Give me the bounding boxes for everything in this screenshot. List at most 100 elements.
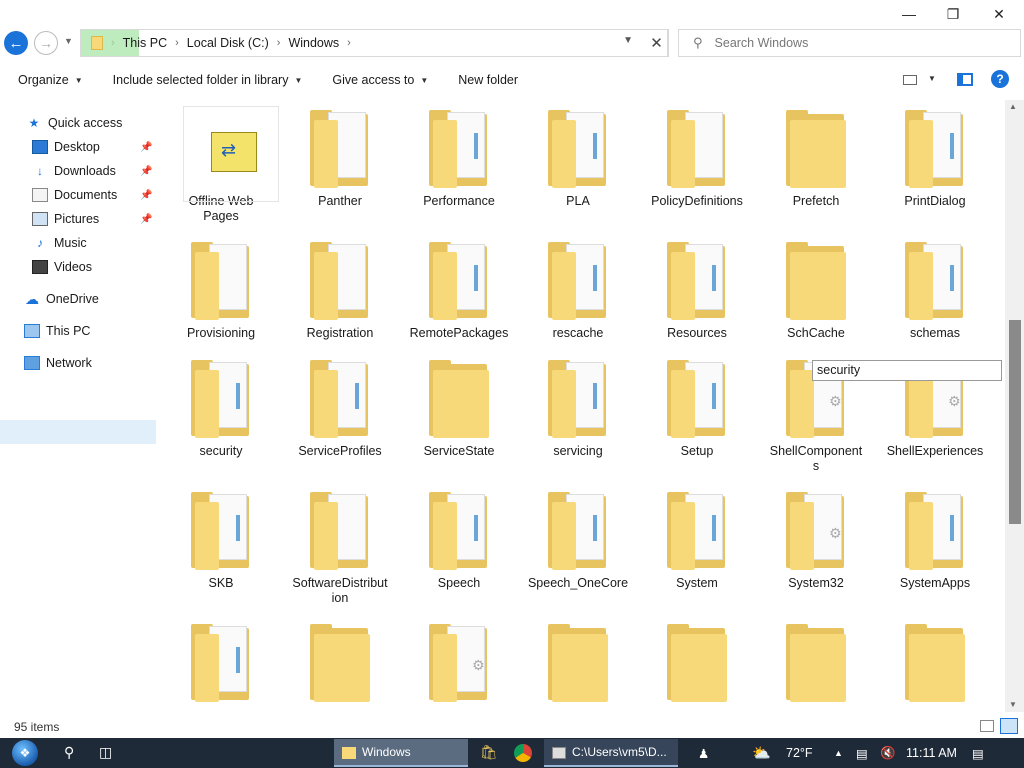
organize-button[interactable]: Organize ▼ — [18, 73, 83, 87]
folder-item[interactable] — [522, 622, 634, 708]
item-count: 95 items — [14, 720, 60, 734]
search-input[interactable]: ⚲ Search Windows — [678, 29, 1021, 57]
give-access-button[interactable]: Give access to ▼ — [332, 73, 428, 87]
nav-label: Network — [46, 356, 92, 370]
nav-onedrive[interactable]: ☁ OneDrive — [24, 288, 99, 310]
folder-icon — [903, 108, 967, 188]
crumb-this-pc[interactable]: This PC — [123, 36, 167, 50]
folder-item[interactable]: SystemApps — [879, 490, 991, 591]
folder-item[interactable]: security — [165, 358, 277, 459]
scroll-down-icon[interactable]: ▼ — [1009, 700, 1017, 709]
taskbar-cmd-button[interactable]: C:\Users\vm5\D... — [544, 739, 678, 767]
weather-icon[interactable]: ⛅ — [752, 738, 771, 768]
view-options-icon[interactable] — [903, 75, 917, 85]
new-folder-button[interactable]: New folder — [458, 73, 518, 87]
folder-item[interactable]: Resources — [641, 240, 753, 341]
volume-muted-icon[interactable]: 🔇 — [880, 738, 896, 768]
folder-item[interactable]: servicing — [522, 358, 634, 459]
folder-item[interactable]: PrintDialog — [879, 108, 991, 209]
nav-label: OneDrive — [46, 292, 99, 306]
folder-item[interactable] — [641, 622, 753, 708]
show-hidden-icons-icon[interactable]: ▲ — [834, 738, 843, 768]
folder-item[interactable]: PLA — [522, 108, 634, 209]
folder-item[interactable] — [284, 622, 396, 708]
folder-item[interactable]: Setup — [641, 358, 753, 459]
folder-icon — [903, 490, 967, 570]
people-icon[interactable]: ♟ — [698, 738, 709, 768]
folder-item[interactable]: Registration — [284, 240, 396, 341]
nav-this-pc[interactable]: This PC — [24, 320, 90, 342]
folder-item[interactable]: Speech_OneCore — [522, 490, 634, 591]
folder-item[interactable] — [165, 622, 277, 708]
folder-item[interactable]: Prefetch — [760, 108, 872, 209]
vertical-scrollbar[interactable]: ▲ ▼ — [1005, 100, 1024, 712]
folder-item[interactable]: ⚙ — [403, 622, 515, 708]
folder-item[interactable]: Speech — [403, 490, 515, 591]
folder-item[interactable] — [879, 622, 991, 708]
preview-pane-icon[interactable] — [957, 73, 973, 86]
weather-temperature[interactable]: 72°F — [786, 738, 813, 768]
crumb-local-disk[interactable]: Local Disk (C:) — [187, 36, 269, 50]
folder-item[interactable]: Panther — [284, 108, 396, 209]
task-view-icon[interactable]: ◫ — [99, 744, 112, 761]
chrome-icon[interactable] — [514, 744, 532, 762]
recent-locations-icon[interactable]: ▼ — [64, 36, 73, 46]
folder-item[interactable]: Performance — [403, 108, 515, 209]
nav-network[interactable]: Network — [24, 352, 92, 374]
folder-item[interactable]: SchCache — [760, 240, 872, 341]
folder-icon — [189, 490, 253, 570]
folder-item[interactable]: ⇄ Offline Web Pages — [165, 106, 279, 224]
chevron-down-icon: ▼ — [74, 75, 83, 85]
search-icon[interactable]: ⚲ — [64, 744, 74, 761]
start-button[interactable]: ❖ — [10, 738, 40, 768]
folder-item[interactable]: SoftwareDistribut ion — [284, 490, 396, 606]
forward-button[interactable]: → — [34, 31, 58, 55]
folder-item[interactable]: ServiceState — [403, 358, 515, 459]
clock[interactable]: 11:11 AM — [906, 738, 957, 768]
large-icons-view-icon[interactable] — [1000, 718, 1018, 734]
nav-videos[interactable]: Videos — [32, 256, 92, 278]
navigation-pane: ★ Quick access Desktop 📌 ↓ Downloads 📌 D… — [0, 100, 160, 712]
folder-item[interactable]: Provisioning — [165, 240, 277, 341]
folder-item[interactable]: RemotePackages — [403, 240, 515, 341]
store-icon[interactable]: 🛍 — [480, 744, 498, 761]
notifications-icon[interactable]: ▤ — [972, 738, 984, 768]
clear-address-icon[interactable]: ✕ — [645, 29, 669, 57]
folder-icon: ⚙ — [784, 490, 848, 570]
folder-item[interactable]: schemas — [879, 240, 991, 341]
nav-desktop[interactable]: Desktop — [32, 136, 100, 158]
folder-item[interactable]: SKB — [165, 490, 277, 591]
nav-documents[interactable]: Documents — [32, 184, 117, 206]
pin-icon: 📌 — [140, 190, 153, 201]
network-status-icon[interactable]: ▤ — [856, 738, 868, 768]
share-label: Give access to — [332, 73, 415, 87]
restore-icon[interactable]: ❐ — [930, 0, 976, 28]
taskbar-explorer-button[interactable]: Windows — [334, 739, 468, 767]
crumb-windows[interactable]: Windows — [288, 36, 339, 50]
nav-quick-access[interactable]: ★ Quick access — [26, 112, 123, 134]
folder-item[interactable]: ServiceProfiles — [284, 358, 396, 459]
scroll-up-icon[interactable]: ▲ — [1009, 102, 1017, 111]
scroll-thumb[interactable] — [1009, 320, 1021, 524]
nav-downloads[interactable]: ↓ Downloads — [32, 160, 116, 182]
folder-item[interactable]: ⚙ System32 — [760, 490, 872, 591]
address-dropdown-icon[interactable]: ▼ — [623, 35, 633, 46]
include-in-library-button[interactable]: Include selected folder in library ▼ — [113, 73, 303, 87]
folder-item[interactable]: PolicyDefinitions — [641, 108, 753, 209]
help-icon[interactable]: ? — [991, 70, 1009, 88]
minimize-icon[interactable]: — — [886, 0, 932, 28]
close-icon[interactable]: ✕ — [976, 0, 1022, 28]
details-view-icon[interactable] — [980, 720, 994, 732]
folder-item[interactable] — [760, 622, 872, 708]
chevron-down-icon[interactable]: ▼ — [928, 74, 936, 83]
title-bar: — ❐ ✕ — [0, 0, 1024, 28]
address-bar[interactable]: › This PC › Local Disk (C:) › Windows › … — [80, 29, 668, 57]
nav-pictures[interactable]: Pictures — [32, 208, 99, 230]
folder-item[interactable]: rescache — [522, 240, 634, 341]
nav-music[interactable]: ♪ Music — [32, 232, 87, 254]
folder-item[interactable]: System — [641, 490, 753, 591]
folder-icon — [308, 358, 372, 438]
rename-input[interactable]: security — [812, 360, 1002, 381]
back-button[interactable]: ← — [4, 31, 28, 55]
folder-icon — [308, 490, 372, 570]
